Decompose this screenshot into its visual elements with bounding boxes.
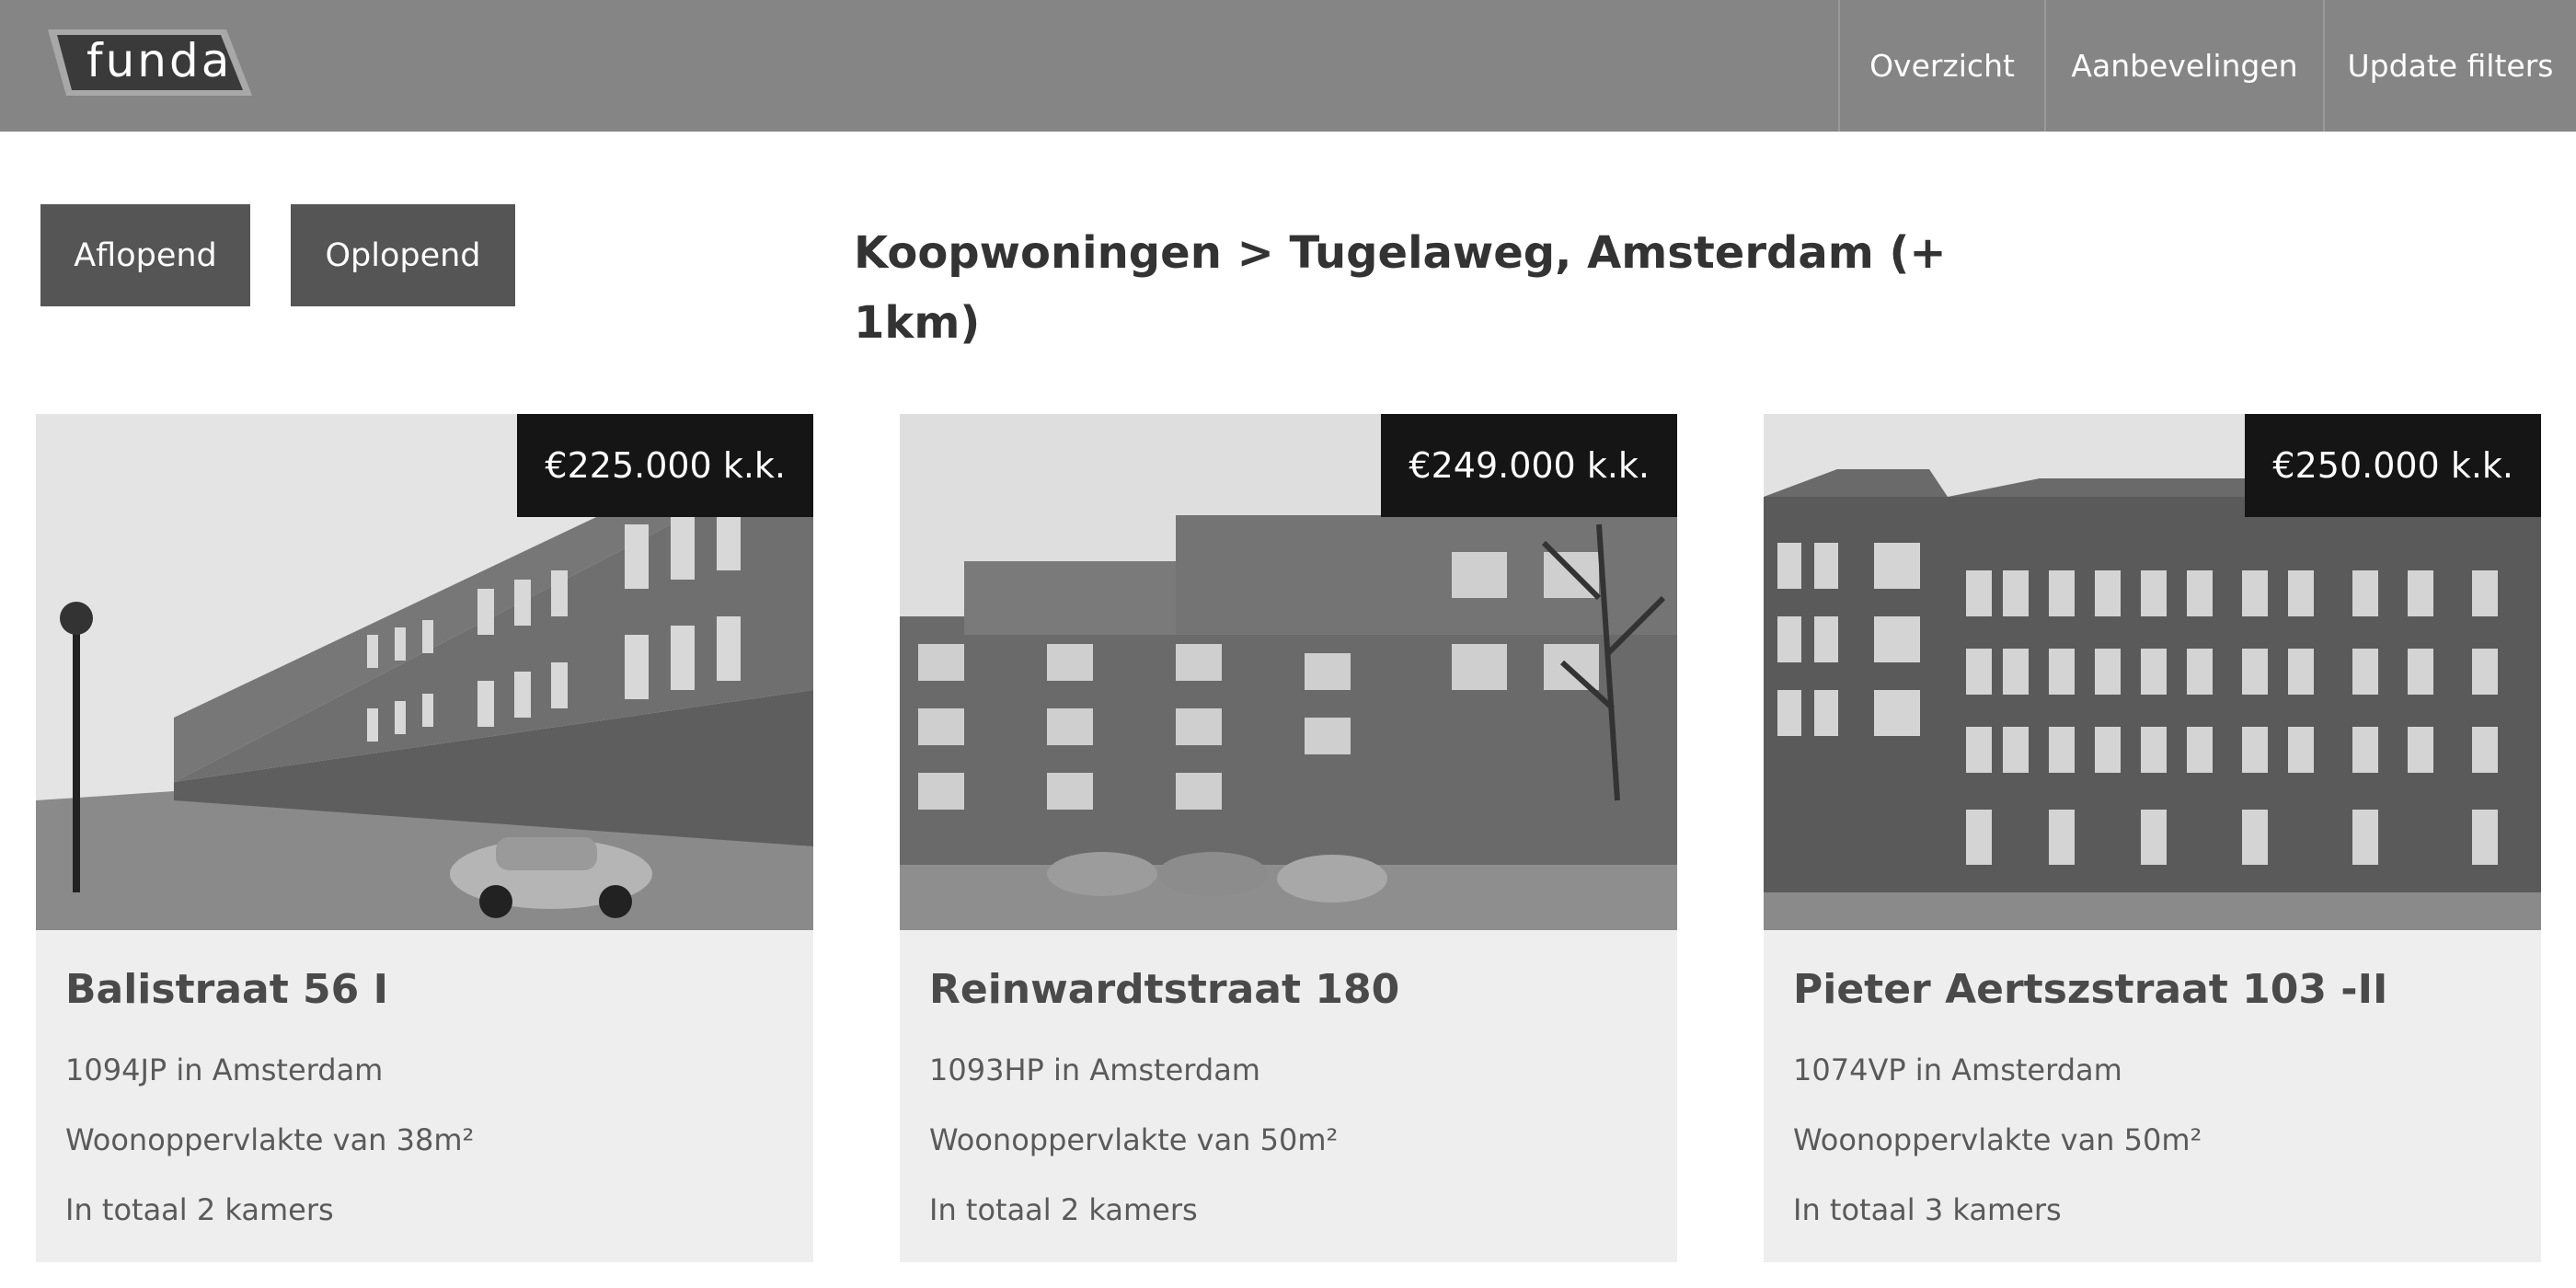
listing-address[interactable]: Balistraat 56 I: [65, 966, 795, 1013]
listing-rooms: In totaal 2 kamers: [65, 1192, 334, 1227]
top-bar: funda Overzicht Aanbevelingen Update fil…: [0, 0, 2576, 132]
main-nav: Overzicht Aanbevelingen Update filters: [1838, 0, 2576, 132]
listing-rooms: In totaal 2 kamers: [929, 1192, 1198, 1227]
nav-update-filters[interactable]: Update filters: [2323, 0, 2576, 132]
nav-overzicht[interactable]: Overzicht: [1838, 0, 2044, 132]
listing-photo: €250.000 k.k.: [1764, 414, 2541, 930]
listing-rooms: In totaal 3 kamers: [1793, 1192, 2062, 1227]
listing-area: Woonoppervlakte van 50m²: [1793, 1122, 2202, 1157]
sort-ascending-button[interactable]: Oplopend: [291, 204, 515, 306]
listing-area: Woonoppervlakte van 38m²: [65, 1122, 475, 1157]
listing-price: €225.000 k.k.: [517, 414, 813, 517]
logo-text: funda: [86, 34, 233, 87]
listing-photo: €249.000 k.k.: [900, 414, 1677, 930]
sort-descending-button[interactable]: Aflopend: [40, 204, 250, 306]
listing-postal: 1094JP in Amsterdam: [65, 1052, 384, 1087]
listing-card[interactable]: €250.000 k.k. Pieter Aertszstraat 103 -I…: [1764, 414, 2541, 1262]
listing-postal: 1093HP in Amsterdam: [929, 1052, 1260, 1087]
listing-address[interactable]: Pieter Aertszstraat 103 -II: [1793, 966, 2523, 1013]
listing-price: €250.000 k.k.: [2245, 414, 2541, 517]
listing-card[interactable]: €225.000 k.k. Balistraat 56 I 1094JP in …: [36, 414, 813, 1262]
listing-address[interactable]: Reinwardtstraat 180: [929, 966, 1659, 1013]
listing-photo: €225.000 k.k.: [36, 414, 813, 930]
listing-postal: 1074VP in Amsterdam: [1793, 1052, 2122, 1087]
listing-area: Woonoppervlakte van 50m²: [929, 1122, 1339, 1157]
listing-price: €249.000 k.k.: [1381, 414, 1677, 517]
funda-logo[interactable]: funda: [46, 26, 254, 99]
page-title: Koopwoningen > Tugelaweg, Amsterdam (+ 1…: [854, 227, 1947, 349]
listing-card[interactable]: €249.000 k.k. Reinwardtstraat 180 1093HP…: [900, 414, 1677, 1262]
nav-aanbevelingen[interactable]: Aanbevelingen: [2044, 0, 2323, 132]
